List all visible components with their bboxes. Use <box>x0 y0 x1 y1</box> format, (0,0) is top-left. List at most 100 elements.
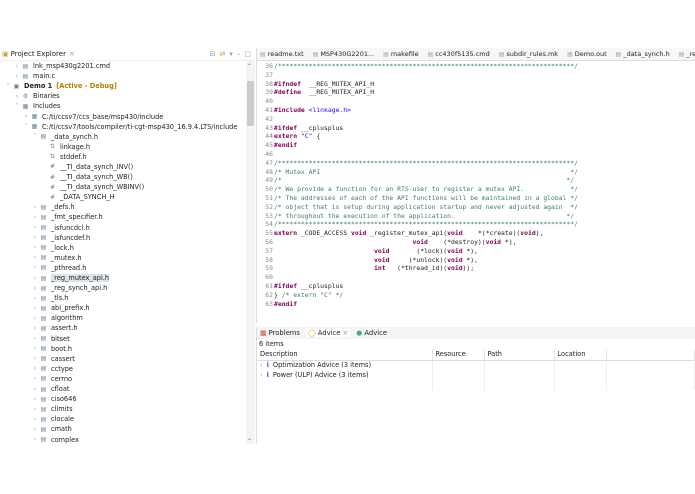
tree-item[interactable]: ⇅ stddef.h <box>0 152 246 162</box>
chevron-right-icon[interactable]: › <box>31 315 39 322</box>
link-editor-icon[interactable]: ⇄ <box>219 50 225 58</box>
chevron-right-icon[interactable]: › <box>31 426 39 433</box>
tree-item[interactable]: › ▦ C:/ti/ccsv7/ccs_base/msp430/include <box>0 111 246 121</box>
tab-advice[interactable]: ◯ Advice × <box>305 329 351 337</box>
tree-item[interactable]: › ▤ _reg_mutex_api.h <box>0 273 246 283</box>
chevron-down-icon[interactable]: ˅ <box>13 103 21 110</box>
tree-item[interactable]: › ▤ _lock.h <box>0 243 246 253</box>
expand-icon[interactable]: › <box>260 361 263 369</box>
tree-item[interactable]: › ▤ complex <box>0 434 246 444</box>
tree-item[interactable]: › ▤ abi_prefix.h <box>0 303 246 313</box>
tree-item[interactable]: › ▤ lnk_msp430g2201.cmd <box>0 61 246 71</box>
scroll-up-icon[interactable]: ⌃ <box>247 63 252 70</box>
chevron-right-icon[interactable]: › <box>31 325 39 332</box>
editor-tab[interactable]: ▤ subdir_rules.mk <box>496 50 564 58</box>
tree-item[interactable]: › ▤ main.c <box>0 71 246 81</box>
chevron-right-icon[interactable]: › <box>31 305 39 312</box>
chevron-right-icon[interactable]: › <box>31 254 39 261</box>
tree-item[interactable]: ˅ ▦ C:/ti/ccsv7/tools/compiler/ti-cgt-msp4… <box>0 122 246 132</box>
scroll-down-icon[interactable]: ⌄ <box>247 435 252 442</box>
editor-tab[interactable]: ▤ Demo.out <box>564 50 613 58</box>
code-area[interactable]: 36/*************************************… <box>257 62 695 308</box>
tree-item[interactable]: # __TI_data_synch_INV() <box>0 162 246 172</box>
chevron-right-icon[interactable]: › <box>31 295 39 302</box>
tab-advice-2[interactable]: ● Advice <box>356 329 387 337</box>
column-path[interactable]: Path <box>484 349 555 361</box>
vertical-scrollbar[interactable]: ⌃ ⌄ <box>246 61 255 444</box>
tree-item[interactable]: ˅ ▤ _data_synch.h <box>0 132 246 142</box>
column-location[interactable]: Location <box>554 349 607 361</box>
tree-item[interactable]: › ▤ cmath <box>0 424 246 434</box>
column-resource[interactable]: Resource <box>432 349 485 361</box>
chevron-right-icon[interactable]: › <box>31 396 39 403</box>
table-row[interactable]: › i Power (ULP) Advice (3 items) <box>257 370 695 380</box>
tree-item[interactable]: › ▤ _mutex.h <box>0 253 246 263</box>
tree-item[interactable]: ⇅ linkage.h <box>0 142 246 152</box>
tree-item[interactable]: ˅ ▣ Demo 1 [Active - Debug] <box>0 81 246 91</box>
chevron-down-icon[interactable]: ˅ <box>4 83 12 90</box>
editor-tab[interactable]: ▤_reg <box>676 50 695 58</box>
chevron-down-icon[interactable]: ˅ <box>31 133 39 140</box>
chevron-right-icon[interactable]: › <box>31 204 39 211</box>
tree-item[interactable]: # _DATA_SYNCH_H <box>0 192 246 202</box>
chevron-right-icon[interactable]: › <box>13 93 21 100</box>
close-icon[interactable]: × <box>343 329 349 337</box>
tree-item[interactable]: › ▤ _defs.h <box>0 202 246 212</box>
tree-item[interactable]: › ▤ _isfuncdef.h <box>0 233 246 243</box>
tree-item[interactable]: › ▤ cfloat <box>0 384 246 394</box>
tree-item[interactable]: › ▤ _fmt_specifier.h <box>0 212 246 222</box>
tree-item[interactable]: › ▤ _tls.h <box>0 293 246 303</box>
tree-item[interactable]: › ▤ cctype <box>0 364 246 374</box>
chevron-right-icon[interactable]: › <box>31 214 39 221</box>
tree-item[interactable]: ˅ ▦ Includes <box>0 101 246 111</box>
editor-tab[interactable]: ▤ makefile <box>380 50 424 58</box>
tab-problems[interactable]: ▦ Problems <box>260 329 300 337</box>
chevron-right-icon[interactable]: › <box>31 224 39 231</box>
chevron-right-icon[interactable]: › <box>13 73 21 80</box>
chevron-down-icon[interactable]: ˅ <box>22 123 30 130</box>
chevron-right-icon[interactable]: › <box>31 436 39 443</box>
chevron-right-icon[interactable]: › <box>31 244 39 251</box>
chevron-right-icon[interactable]: › <box>31 264 39 271</box>
chevron-right-icon[interactable]: › <box>22 113 30 120</box>
tree-item[interactable]: › ▤ ciso646 <box>0 394 246 404</box>
editor-tab[interactable]: ▤ readme.txt <box>257 50 310 58</box>
chevron-right-icon[interactable]: › <box>31 406 39 413</box>
tree-item[interactable]: › ▤ _reg_synch_api.h <box>0 283 246 293</box>
chevron-right-icon[interactable]: › <box>31 355 39 362</box>
collapse-all-icon[interactable]: ⊟ <box>210 50 216 58</box>
tree-item[interactable]: › ▤ _isfuncdcl.h <box>0 223 246 233</box>
chevron-right-icon[interactable]: › <box>31 365 39 372</box>
maximize-icon[interactable]: □ <box>244 50 251 58</box>
minimize-icon[interactable]: – <box>237 50 241 58</box>
tree-item[interactable]: › ▤ _pthread.h <box>0 263 246 273</box>
tree-item[interactable]: › ▤ cassert <box>0 354 246 364</box>
editor-tab[interactable]: ▤ _data_synch.h <box>613 50 676 58</box>
tree-item[interactable]: › ⚙ Binaries <box>0 91 246 101</box>
tree-item[interactable]: › ▤ cerrno <box>0 374 246 384</box>
editor-tab[interactable]: ▤ cc430f5135.cmd <box>425 50 496 58</box>
chevron-right-icon[interactable]: › <box>31 375 39 382</box>
chevron-right-icon[interactable]: › <box>31 285 39 292</box>
close-icon[interactable]: × <box>69 50 75 58</box>
chevron-right-icon[interactable]: › <box>31 234 39 241</box>
chevron-right-icon[interactable]: › <box>31 386 39 393</box>
tree-item[interactable]: › ▤ boot.h <box>0 344 246 354</box>
scrollbar-thumb[interactable] <box>247 81 254 126</box>
editor-tab[interactable]: ▤ MSP430G2201... <box>310 50 381 58</box>
chevron-right-icon[interactable]: › <box>13 63 21 70</box>
tree-item[interactable]: # __TI_data_synch_WBINV() <box>0 182 246 192</box>
tree-item[interactable]: › ▤ climits <box>0 404 246 414</box>
column-description[interactable]: Description <box>257 349 433 361</box>
tree-item[interactable]: › ▤ algorithm <box>0 313 246 323</box>
chevron-right-icon[interactable]: › <box>31 416 39 423</box>
tree-item[interactable]: › ▤ clocale <box>0 414 246 424</box>
view-menu-icon[interactable]: ▾ <box>229 50 233 58</box>
tree-item[interactable]: # __TI_data_synch_WB() <box>0 172 246 182</box>
expand-icon[interactable]: › <box>260 371 263 379</box>
table-row[interactable]: › i Optimization Advice (3 items) <box>257 360 695 370</box>
tree-item[interactable]: › ▤ assert.h <box>0 323 246 333</box>
tree-item[interactable]: › ▤ bitset <box>0 334 246 344</box>
chevron-right-icon[interactable]: › <box>31 275 39 282</box>
chevron-right-icon[interactable]: › <box>31 345 39 352</box>
